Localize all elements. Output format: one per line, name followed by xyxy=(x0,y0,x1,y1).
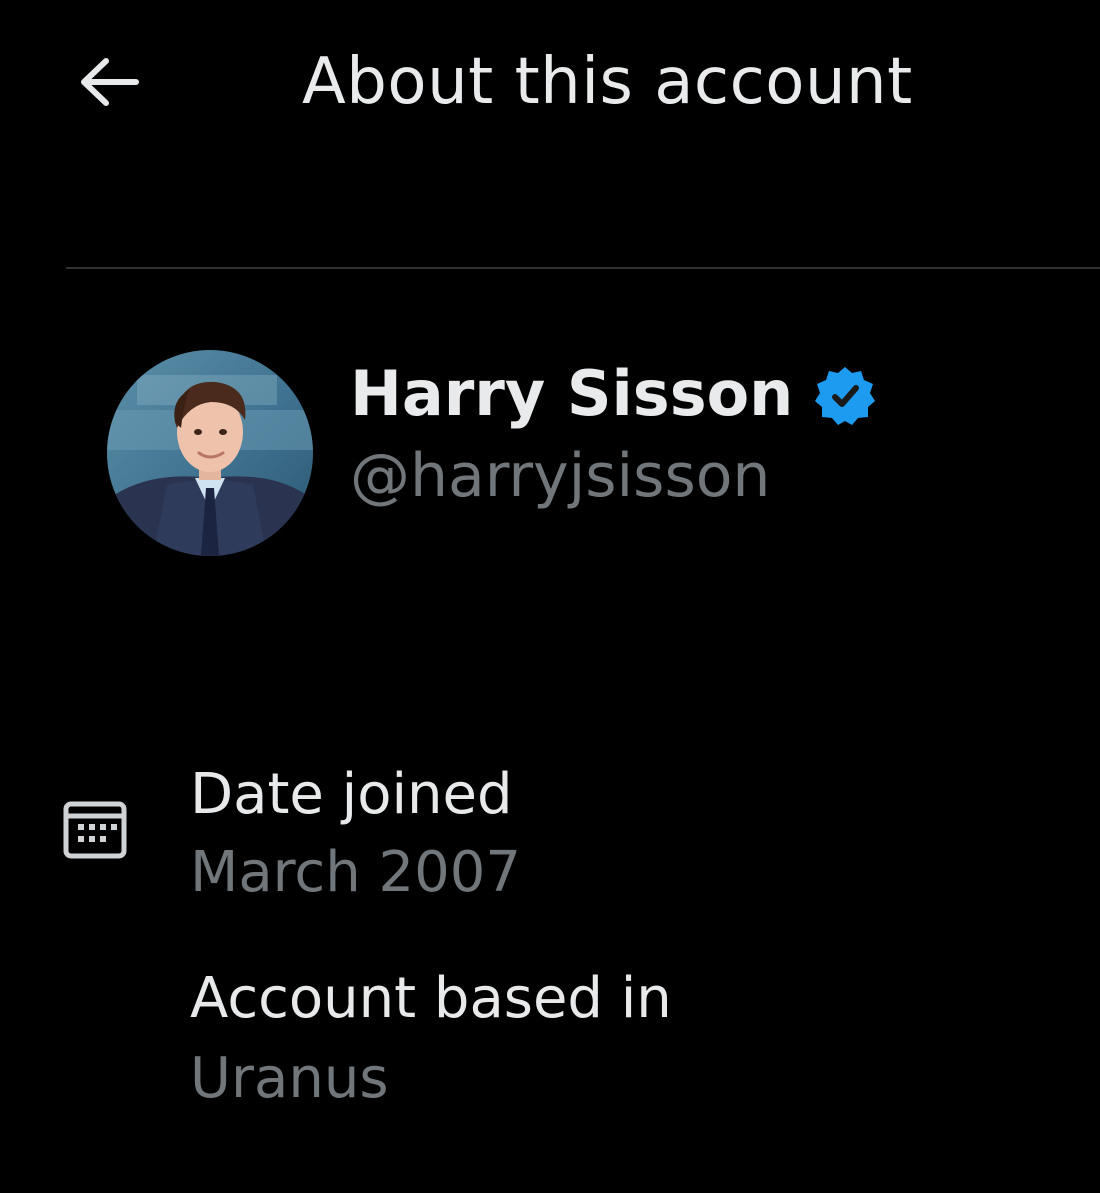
arrow-left-icon xyxy=(81,58,139,106)
profile-summary: Harry Sisson @harryjsisson xyxy=(0,340,1100,580)
date-joined-value: March 2007 xyxy=(190,840,522,905)
calendar-icon xyxy=(62,796,128,862)
display-name: Harry Sisson xyxy=(350,357,794,430)
top-bar: About this account xyxy=(0,0,1100,168)
account-based-in-label: Account based in xyxy=(190,966,672,1031)
verified-badge-icon xyxy=(813,364,877,428)
page-title: About this account xyxy=(302,45,913,119)
username-handle: @harryjsisson xyxy=(350,441,771,511)
account-details: Date joined March 2007 Account based in … xyxy=(0,758,1100,1158)
avatar[interactable] xyxy=(107,350,313,556)
avatar-photo xyxy=(107,350,313,556)
back-button[interactable] xyxy=(70,44,150,124)
name-row: Harry Sisson xyxy=(350,354,877,434)
date-joined-label: Date joined xyxy=(190,762,513,827)
account-based-in-value: Uranus xyxy=(190,1046,389,1111)
header-divider xyxy=(66,267,1100,269)
